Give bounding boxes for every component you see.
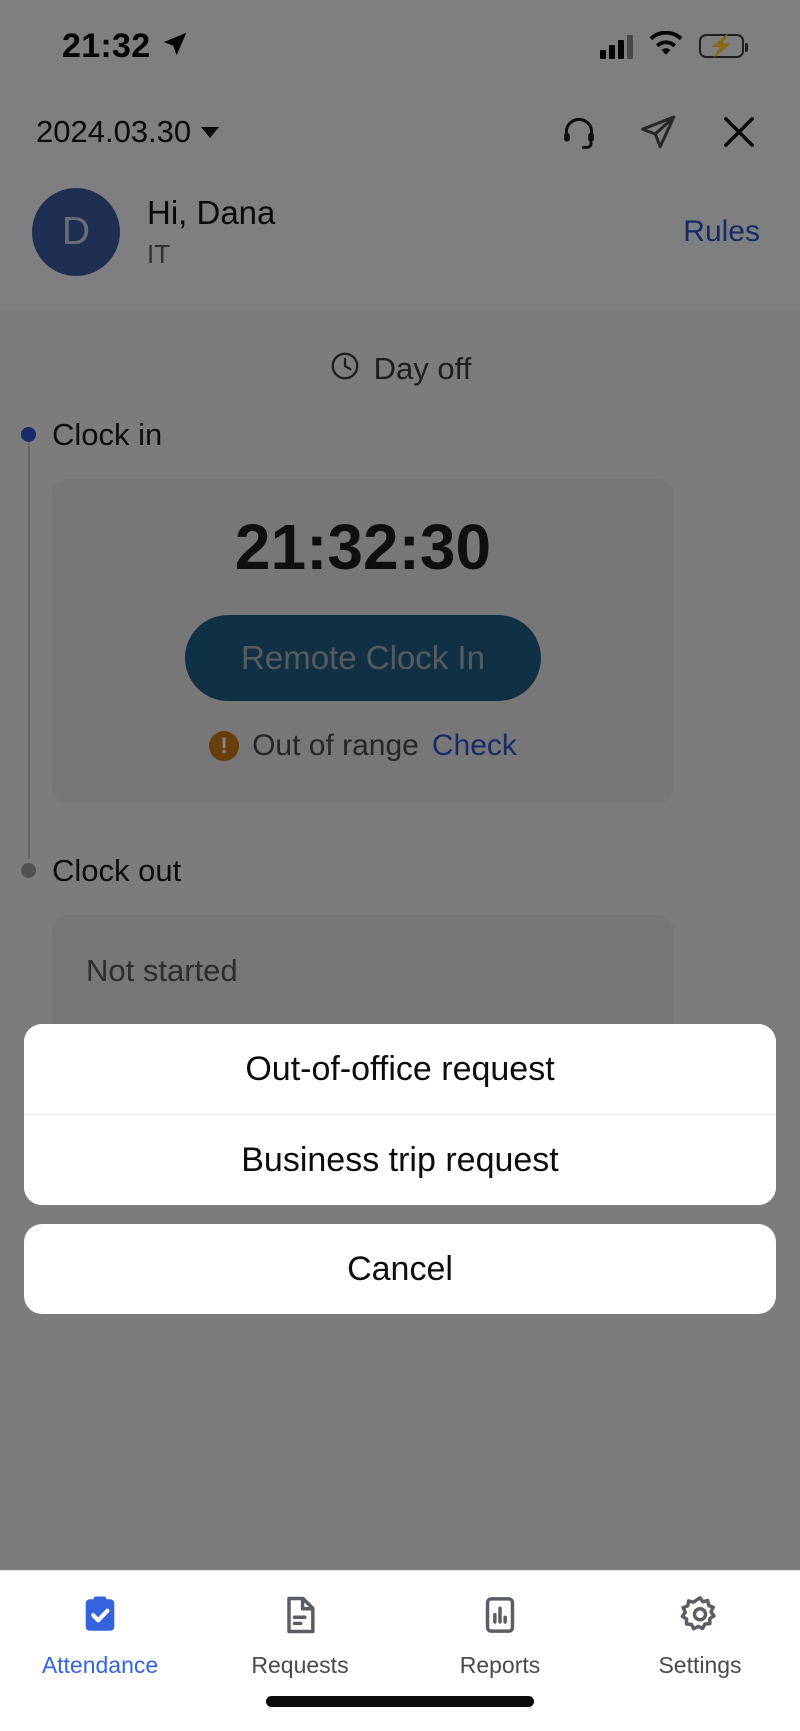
tab-label-attendance: Attendance xyxy=(41,1652,159,1678)
document-icon xyxy=(278,1593,322,1642)
gear-icon xyxy=(678,1593,722,1642)
action-sheet-cancel-group: Cancel xyxy=(24,1224,776,1314)
bar-chart-icon xyxy=(478,1593,522,1642)
home-indicator[interactable] xyxy=(266,1696,534,1707)
phone-screen: 21:32 ⚡ 2024.03.30 D Hi, Dana IT Rules D… xyxy=(0,0,800,1731)
tab-reports[interactable]: Reports xyxy=(400,1593,600,1679)
tab-attendance[interactable]: Attendance xyxy=(0,1593,200,1679)
tab-label-requests: Requests xyxy=(251,1652,349,1678)
action-sheet-item-out-of-office[interactable]: Out-of-office request xyxy=(24,1024,776,1114)
tab-label-reports: Reports xyxy=(459,1652,541,1678)
tab-settings[interactable]: Settings xyxy=(600,1593,800,1679)
modal-dim-overlay[interactable] xyxy=(0,0,800,1570)
app-background-layer: 21:32 ⚡ 2024.03.30 D Hi, Dana IT Rules D… xyxy=(0,0,800,1570)
action-sheet-options: Out-of-office request Business trip requ… xyxy=(24,1024,776,1205)
tab-label-settings: Settings xyxy=(658,1652,742,1678)
action-sheet-item-business-trip[interactable]: Business trip request xyxy=(24,1115,776,1205)
tab-requests[interactable]: Requests xyxy=(200,1593,400,1679)
clipboard-check-icon xyxy=(78,1593,122,1642)
cancel-button[interactable]: Cancel xyxy=(24,1224,776,1314)
